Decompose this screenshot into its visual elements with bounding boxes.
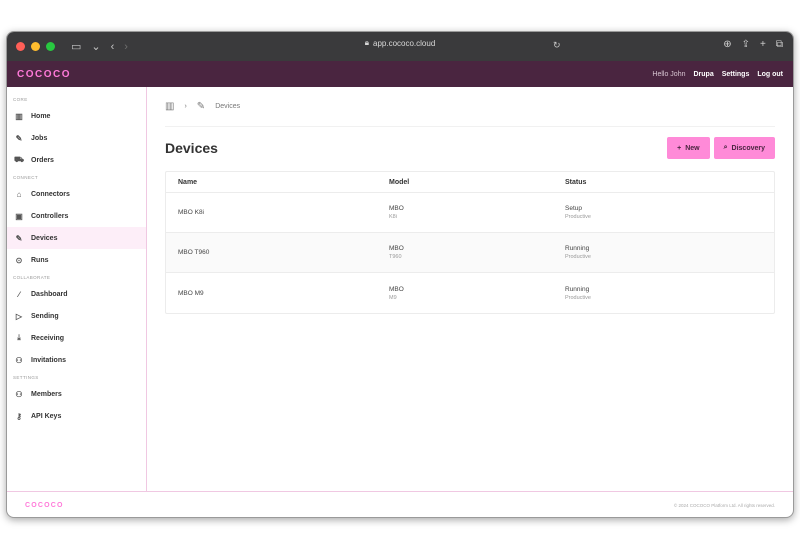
sidebar-item-sending[interactable]: ▷ Sending (7, 305, 146, 327)
device-model-sub: K8i (389, 214, 397, 220)
sidebar-item-api-keys[interactable]: ⚷ API Keys (7, 405, 146, 427)
device-status: Running (565, 285, 590, 293)
copyright-text: © 2024 COCOCO Platform Ltd. All rights r… (673, 503, 775, 508)
device-model: MBO (389, 205, 404, 212)
sidebar-item-members[interactable]: ⚇ Members (7, 383, 146, 405)
send-icon: ▷ (15, 311, 23, 321)
page-title: Devices (165, 140, 218, 156)
sidebar-item-devices[interactable]: ✎ Devices (7, 227, 146, 249)
sidebar-section-label: CORE (13, 97, 28, 102)
sidebar-toggle-icon[interactable]: ▭ (71, 40, 81, 53)
column-header-name[interactable]: Name (166, 179, 389, 186)
building-icon: ▥ (15, 111, 23, 121)
sidebar: CORE ▥ Home ✎ Jobs ⛟ Orders CONNECT ⌂ Connec… (7, 87, 147, 491)
chevron-down-icon[interactable]: ⌄ (91, 40, 100, 53)
pencil-icon: ∕ (18, 289, 20, 299)
breadcrumb: ▥ › ✎ Devices (165, 87, 775, 127)
nav-link-logout[interactable]: Log out (757, 71, 783, 78)
sidebar-item-dashboard[interactable]: ∕ Dashboard (7, 283, 146, 305)
device-status-sub: Productive (565, 254, 591, 260)
browser-window: ▭ ⌄ ‹ › 🔒︎ app.cococo.cloud ↻ ⊕ ⇪ + ⧉ CO… (6, 31, 794, 518)
discovery-button[interactable]: ⌕ Discovery (713, 137, 775, 159)
tabs-overview-icon[interactable]: ⧉ (776, 39, 783, 50)
device-status: Running (565, 245, 590, 252)
table-row[interactable]: MBO M9 MBO M9 Running Productive (166, 273, 774, 313)
column-header-model[interactable]: Model (389, 179, 565, 186)
tool-icon: ✎ (15, 233, 23, 243)
device-status-sub: Productive (565, 214, 591, 220)
minimize-window-button[interactable] (31, 42, 40, 51)
address-bar[interactable]: 🔒︎ app.cococo.cloud (365, 38, 436, 48)
sidebar-section-label: CONNECT (13, 175, 39, 180)
sidebar-item-home[interactable]: ▥ Home (7, 105, 146, 127)
sidebar-item-runs[interactable]: ⊙ Runs (7, 249, 146, 271)
main-content: ▥ › ✎ Devices Devices + New ⌕ Discovery Na… (147, 87, 793, 491)
users-icon: ⚇ (15, 389, 23, 399)
building-icon[interactable]: ▥ (165, 101, 174, 112)
sidebar-section-label: SETTINGS (13, 375, 39, 380)
close-window-button[interactable] (16, 42, 25, 51)
sidebar-item-orders[interactable]: ⛟ Orders (7, 149, 146, 171)
device-status-sub: Productive (565, 294, 591, 301)
window-controls (16, 42, 55, 51)
sidebar-item-receiving[interactable]: ⤓ Receiving (7, 327, 146, 349)
column-header-status[interactable]: Status (565, 179, 774, 186)
play-icon: ⊙ (15, 255, 23, 265)
device-model-sub: T960 (389, 254, 402, 260)
lock-icon: 🔒︎ (364, 38, 369, 47)
chevron-right-icon: › (184, 103, 187, 110)
tool-icon: ✎ (196, 101, 206, 112)
app-footer: COCOCO © 2024 COCOCO Platform Ltd. All r… (7, 491, 793, 517)
table-header: Name Model Status (166, 172, 774, 193)
sidebar-item-jobs[interactable]: ✎ Jobs (7, 127, 146, 149)
key-icon: ⚷ (16, 411, 22, 421)
device-model: MBO (389, 285, 404, 293)
download-icon[interactable]: ⊕ (723, 39, 731, 50)
device-name: MBO T960 (178, 249, 210, 256)
table-row[interactable]: MBO K8i MBO K8i Setup Productive (166, 193, 774, 233)
new-device-button[interactable]: + New (667, 137, 710, 159)
nav-link-drupa[interactable]: Drupa (693, 71, 713, 78)
wrench-icon: ✎ (15, 133, 23, 143)
devices-table: Name Model Status MBO K8i MBO K8i Setup Pr… (165, 171, 775, 314)
brand-logo[interactable]: COCOCO (17, 69, 71, 80)
sidebar-item-controllers[interactable]: ▣ Controllers (7, 205, 146, 227)
share-icon[interactable]: ⇪ (742, 39, 750, 50)
download-icon: ⤓ (17, 333, 21, 342)
forward-icon[interactable]: › (124, 41, 128, 53)
reload-icon[interactable]: ↻ (553, 40, 561, 51)
device-name: MBO K8i (178, 209, 205, 216)
back-icon[interactable]: ‹ (111, 41, 115, 53)
nav-link-settings[interactable]: Settings (722, 71, 750, 78)
device-model: MBO (389, 245, 404, 252)
app-header: COCOCO Hello John Drupa Settings Log out (7, 61, 793, 87)
users-icon: ⚇ (15, 355, 23, 365)
cart-icon: ⛟ (13, 155, 25, 164)
plug-icon: ⌂ (16, 189, 22, 199)
maximize-window-button[interactable] (46, 42, 55, 51)
breadcrumb-current: Devices (215, 103, 241, 110)
new-tab-icon[interactable]: + (760, 39, 766, 50)
footer-brand: COCOCO (25, 502, 64, 509)
table-row[interactable]: MBO T960 MBO T960 Running Productive (166, 233, 774, 273)
plus-icon: + (677, 144, 682, 152)
device-model-sub: M9 (389, 294, 397, 301)
device-status: Setup (565, 205, 582, 212)
device-name: MBO M9 (178, 289, 204, 297)
sidebar-section-label: COLLABORATE (13, 275, 51, 280)
user-greeting: Hello John (652, 70, 686, 78)
url-text: app.cococo.cloud (373, 38, 436, 48)
chip-icon: ▣ (15, 211, 23, 221)
sidebar-item-connectors[interactable]: ⌂ Connectors (7, 183, 146, 205)
browser-chrome: ▭ ⌄ ‹ › 🔒︎ app.cococo.cloud ↻ ⊕ ⇪ + ⧉ (7, 32, 793, 61)
top-nav: Hello John Drupa Settings Log out (652, 71, 783, 78)
sidebar-item-invitations[interactable]: ⚇ Invitations (7, 349, 146, 371)
search-icon: ⌕ (723, 144, 728, 151)
